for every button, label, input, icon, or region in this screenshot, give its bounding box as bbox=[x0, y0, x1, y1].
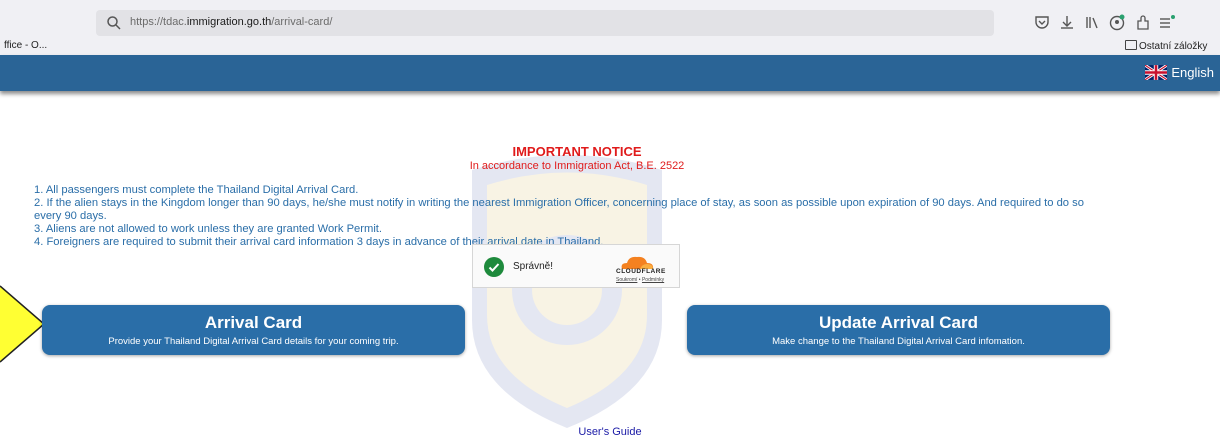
url-prefix: https://tdac. bbox=[130, 16, 187, 28]
arrival-card-description: Provide your Thailand Digital Arrival Ca… bbox=[108, 336, 399, 347]
arrival-card-title: Arrival Card bbox=[204, 313, 303, 332]
notice-subtitle: In accordance to Immigration Act, B.E. 2… bbox=[469, 160, 685, 172]
cloudflare-captcha[interactable]: Správně! CLOUDFLARE Soukromí • Podmínky bbox=[472, 244, 680, 288]
other-bookmarks-label: Ostatní záložky bbox=[1139, 41, 1208, 52]
arrival-card-button[interactable]: Arrival Card Provide your Thailand Digit… bbox=[42, 305, 465, 355]
notice-rule: 3. Aliens are not allowed to work unless… bbox=[34, 223, 383, 235]
other-bookmarks-folder[interactable]: Ostatní záložky bbox=[1125, 40, 1207, 52]
update-arrival-card-title: Update Arrival Card bbox=[818, 313, 979, 332]
pocket-icon[interactable] bbox=[1032, 12, 1052, 32]
bookmarks-bar: ffice - O... Ostatní záložky bbox=[0, 38, 1220, 55]
captcha-links: Soukromí • Podmínky bbox=[616, 277, 664, 283]
update-arrival-card-description: Make change to the Thailand Digital Arri… bbox=[772, 336, 1025, 347]
cloudflare-brand: CLOUDFLARE bbox=[616, 268, 666, 275]
language-label: English bbox=[1171, 65, 1214, 80]
notice-rules: 1. All passengers must complete the Thai… bbox=[34, 184, 1094, 249]
browser-toolbar: https://tdac.immigration.go.th/arrival-c… bbox=[0, 0, 1220, 55]
privacy-link[interactable]: Soukromí bbox=[616, 277, 637, 283]
success-check-icon bbox=[484, 257, 504, 277]
site-header: English bbox=[0, 55, 1220, 91]
extensions-icon[interactable] bbox=[1133, 12, 1153, 32]
terms-link[interactable]: Podmínky bbox=[642, 277, 664, 283]
notice-rule: 1. All passengers must complete the Thai… bbox=[34, 184, 359, 196]
url-domain: immigration.go.th bbox=[186, 16, 272, 28]
url-path: /arrival-card/ bbox=[271, 16, 333, 28]
language-selector[interactable]: English bbox=[1144, 63, 1214, 82]
menu-icon[interactable] bbox=[1156, 12, 1176, 32]
folder-icon bbox=[1125, 40, 1137, 50]
captcha-status: Správně! bbox=[513, 261, 554, 272]
bookmark-item[interactable]: ffice - O... bbox=[4, 40, 47, 51]
search-icon bbox=[107, 16, 121, 30]
account-icon[interactable] bbox=[1107, 12, 1127, 32]
address-bar[interactable]: https://tdac.immigration.go.th/arrival-c… bbox=[96, 10, 994, 36]
pointer-arrow-icon bbox=[0, 285, 46, 363]
notice-title: IMPORTANT NOTICE bbox=[512, 144, 642, 159]
link-separator: • bbox=[638, 277, 641, 283]
download-icon[interactable] bbox=[1057, 12, 1077, 32]
notice-rule: 2. If the alien stays in the Kingdom lon… bbox=[34, 197, 1084, 222]
users-guide-link[interactable]: User's Guide bbox=[0, 426, 1220, 438]
library-icon[interactable] bbox=[1082, 12, 1102, 32]
uk-flag-icon bbox=[1144, 63, 1169, 82]
url-text[interactable]: https://tdac.immigration.go.th/arrival-c… bbox=[130, 16, 332, 28]
update-arrival-card-button[interactable]: Update Arrival Card Make change to the T… bbox=[687, 305, 1110, 355]
